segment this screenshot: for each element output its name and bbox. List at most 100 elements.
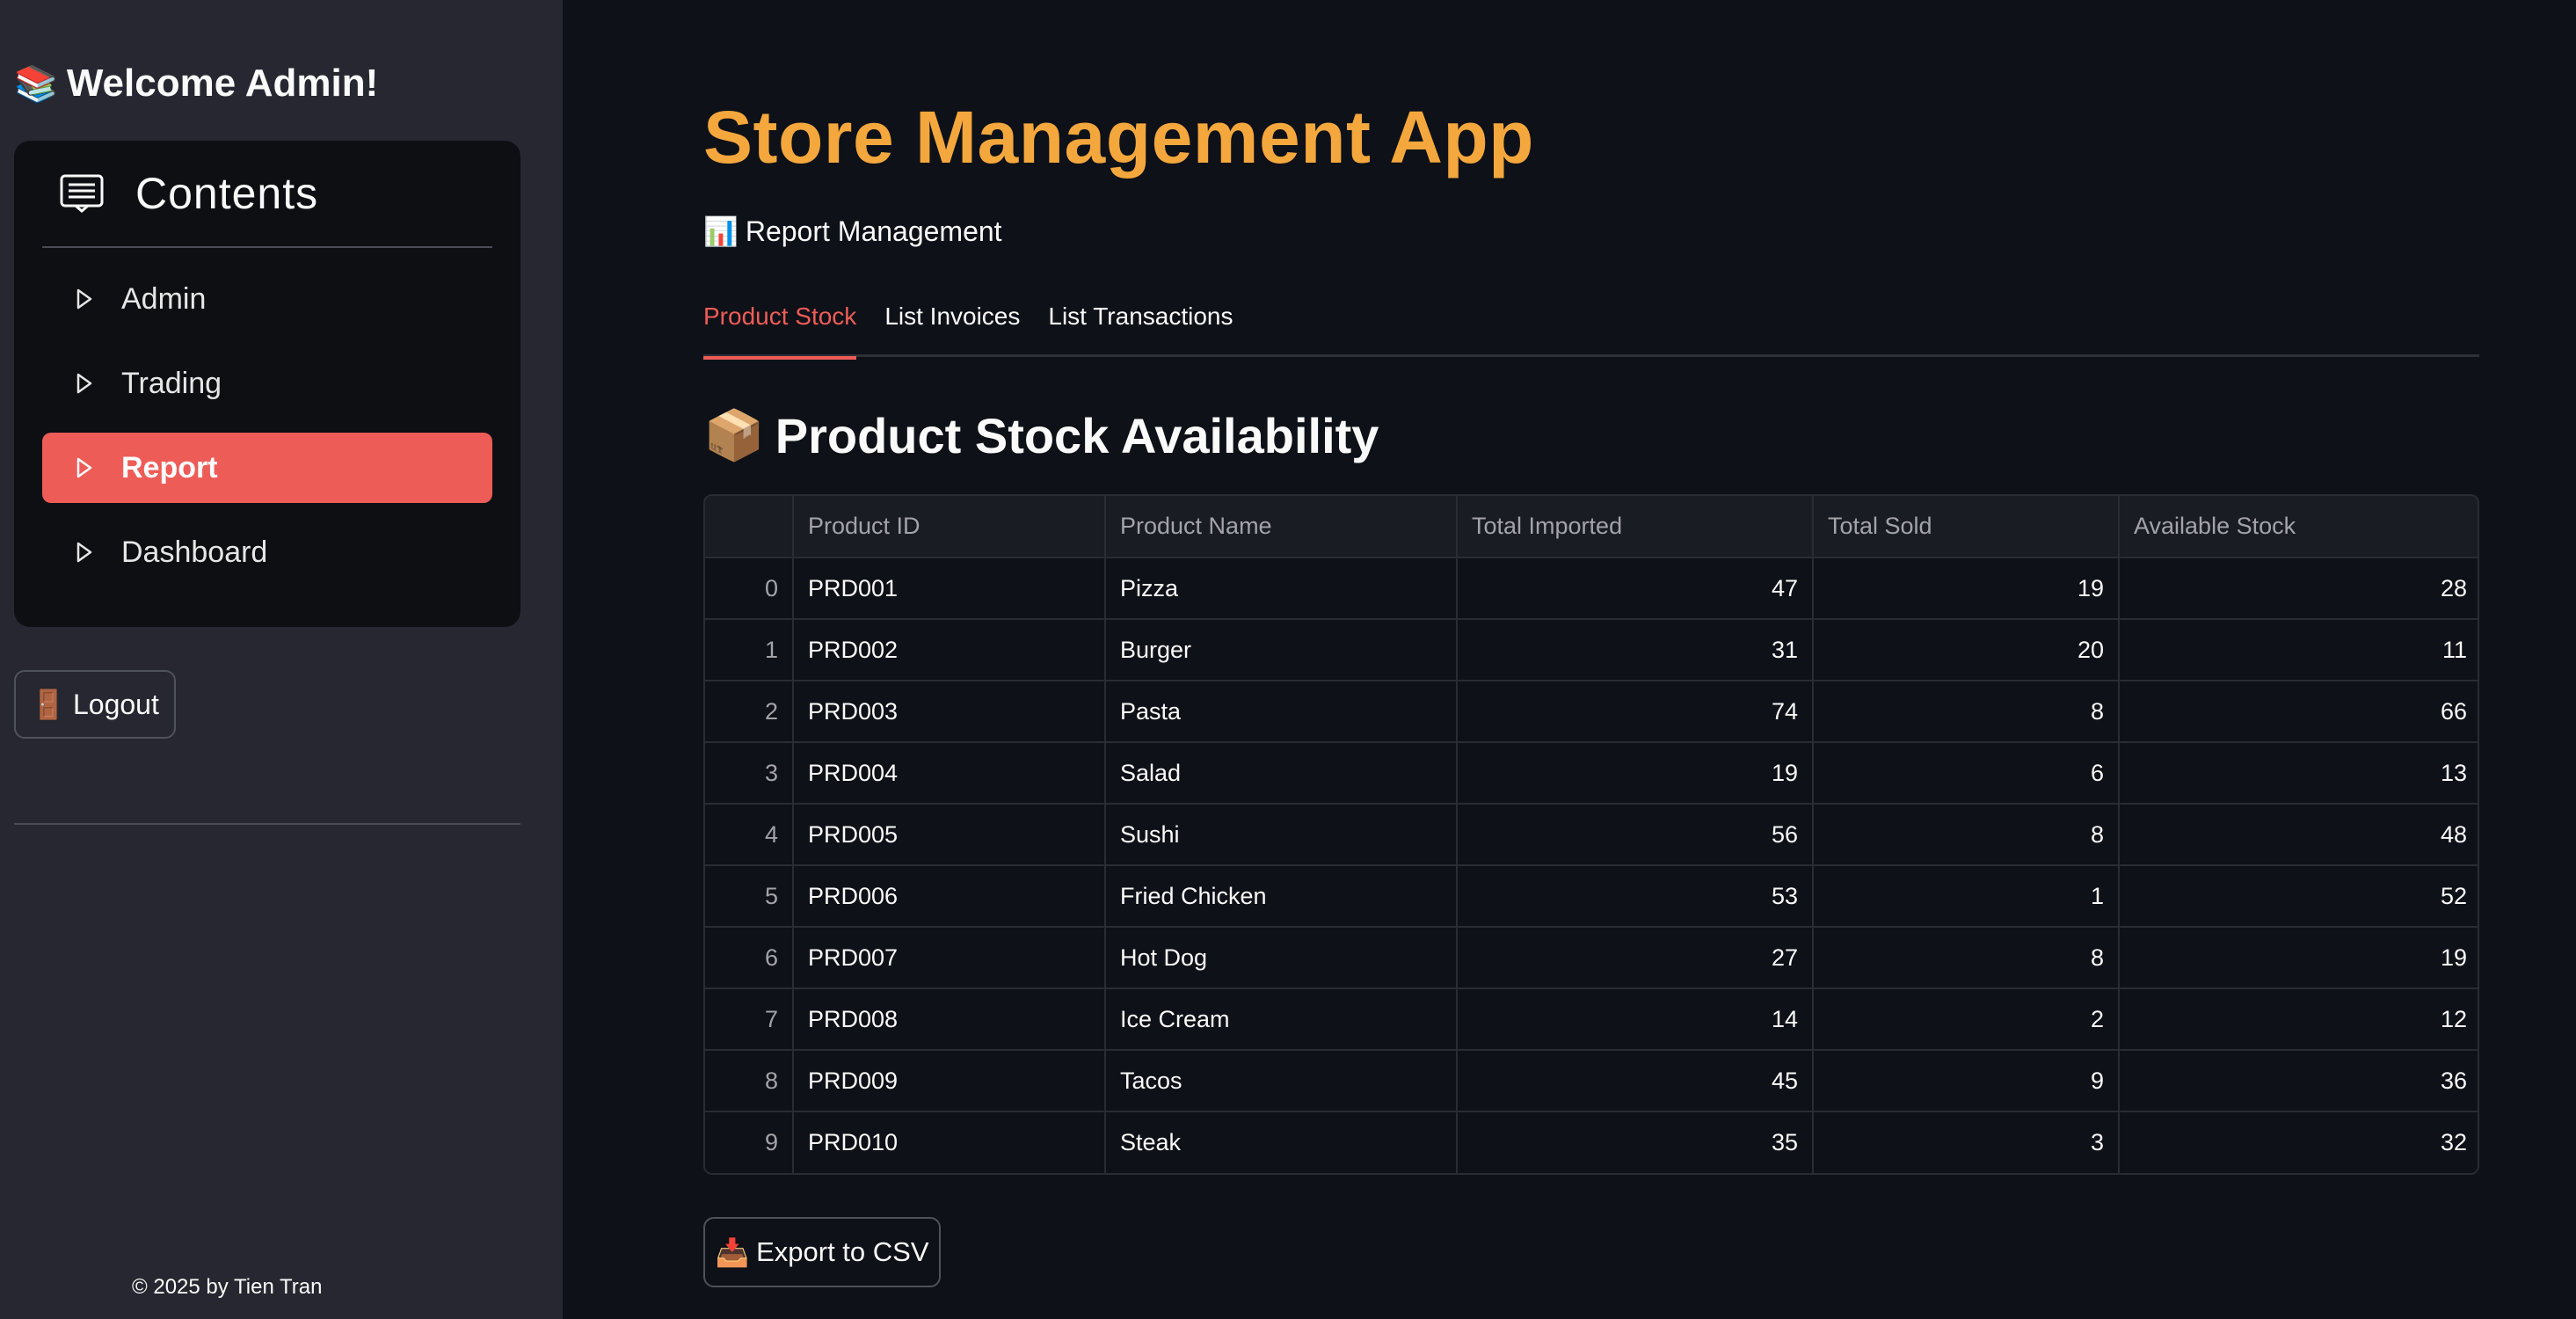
available-stock-cell[interactable]: 11: [2119, 619, 2478, 681]
play-triangle-icon: [76, 542, 92, 563]
play-triangle-icon: [76, 457, 92, 478]
row-index[interactable]: 3: [705, 742, 794, 805]
available-stock-cell[interactable]: 36: [2119, 1050, 2478, 1112]
product-name-cell[interactable]: Ice Cream: [1105, 988, 1458, 1051]
report-subheading: 📊 Report Management: [703, 215, 1002, 248]
option-menu: Contents Admin Trading Report Dashboard: [14, 141, 520, 627]
product-name-cell[interactable]: Pasta: [1105, 681, 1458, 743]
available-stock-cell[interactable]: 19: [2119, 927, 2478, 989]
product-id-cell[interactable]: PRD005: [793, 804, 1106, 866]
row-index[interactable]: 9: [705, 1111, 794, 1173]
available-stock-cell[interactable]: 52: [2119, 865, 2478, 928]
tab-list-invoices[interactable]: List Invoices: [884, 299, 1020, 357]
column-header-product-name[interactable]: Product Name: [1105, 496, 1458, 558]
column-header-index[interactable]: [705, 496, 794, 558]
total-imported-cell[interactable]: 14: [1457, 988, 1814, 1051]
sidebar-item-label: Trading: [121, 366, 222, 400]
total-sold-cell[interactable]: 20: [1813, 619, 2120, 681]
menu-items: Admin Trading Report Dashboard: [42, 248, 492, 587]
total-imported-cell[interactable]: 74: [1457, 681, 1814, 743]
total-imported-cell[interactable]: 45: [1457, 1050, 1814, 1112]
product-id-cell[interactable]: PRD004: [793, 742, 1106, 805]
sidebar-item-dashboard[interactable]: Dashboard: [42, 517, 492, 587]
total-imported-cell[interactable]: 27: [1457, 927, 1814, 989]
app-root: 📚 Welcome Admin! Contents Admin Trading …: [0, 0, 2576, 1319]
page-title: Store Management App: [703, 96, 1534, 179]
available-stock-cell[interactable]: 32: [2119, 1111, 2478, 1173]
row-index[interactable]: 8: [705, 1050, 794, 1112]
available-stock-cell[interactable]: 13: [2119, 742, 2478, 805]
sidebar-item-report[interactable]: Report: [42, 433, 492, 503]
product-name-cell[interactable]: Sushi: [1105, 804, 1458, 866]
product-name-cell[interactable]: Salad: [1105, 742, 1458, 805]
play-triangle-icon: [76, 288, 92, 310]
package-icon: 📦: [703, 407, 765, 463]
column-header-total-sold[interactable]: Total Sold: [1813, 496, 2120, 558]
total-imported-cell[interactable]: 47: [1457, 557, 1814, 620]
available-stock-cell[interactable]: 28: [2119, 557, 2478, 620]
product-name-cell[interactable]: Steak: [1105, 1111, 1458, 1173]
total-sold-cell[interactable]: 9: [1813, 1050, 2120, 1112]
total-imported-cell[interactable]: 31: [1457, 619, 1814, 681]
sidebar-item-label: Admin: [121, 281, 207, 316]
footer-credit: © 2025 by Tien Tran: [132, 1275, 323, 1299]
section-title: 📦 Product Stock Availability: [703, 406, 1379, 464]
product-name-cell[interactable]: Burger: [1105, 619, 1458, 681]
product-name-cell[interactable]: Fried Chicken: [1105, 865, 1458, 928]
total-sold-cell[interactable]: 3: [1813, 1111, 2120, 1173]
tab-product-stock[interactable]: Product Stock: [703, 299, 857, 360]
total-sold-cell[interactable]: 1: [1813, 865, 2120, 928]
row-index[interactable]: 5: [705, 865, 794, 928]
product-id-cell[interactable]: PRD008: [793, 988, 1106, 1051]
total-sold-cell[interactable]: 6: [1813, 742, 2120, 805]
menu-title: Contents: [135, 169, 319, 218]
total-imported-cell[interactable]: 35: [1457, 1111, 1814, 1173]
stock-table[interactable]: Product ID Product Name Total Imported T…: [703, 494, 2479, 1175]
total-imported-cell[interactable]: 19: [1457, 742, 1814, 805]
row-index[interactable]: 1: [705, 619, 794, 681]
product-id-cell[interactable]: PRD001: [793, 557, 1106, 620]
section-title-text: Product Stock Availability: [775, 407, 1379, 463]
product-id-cell[interactable]: PRD003: [793, 681, 1106, 743]
total-sold-cell[interactable]: 8: [1813, 927, 2120, 989]
product-name-cell[interactable]: Tacos: [1105, 1050, 1458, 1112]
product-id-cell[interactable]: PRD009: [793, 1050, 1106, 1112]
product-id-cell[interactable]: PRD010: [793, 1111, 1106, 1173]
column-header-available-stock[interactable]: Available Stock: [2119, 496, 2478, 558]
available-stock-cell[interactable]: 66: [2119, 681, 2478, 743]
table-row: 2 PRD003 Pasta 74 8 66: [705, 681, 2478, 743]
row-index[interactable]: 4: [705, 804, 794, 866]
total-imported-cell[interactable]: 53: [1457, 865, 1814, 928]
total-sold-cell[interactable]: 8: [1813, 804, 2120, 866]
product-name-cell[interactable]: Hot Dog: [1105, 927, 1458, 989]
sidebar-item-label: Dashboard: [121, 535, 268, 569]
product-id-cell[interactable]: PRD007: [793, 927, 1106, 989]
sidebar-item-admin[interactable]: Admin: [42, 264, 492, 334]
table-row: 4 PRD005 Sushi 56 8 48: [705, 804, 2478, 866]
sidebar-item-trading[interactable]: Trading: [42, 348, 492, 419]
column-header-product-id[interactable]: Product ID: [793, 496, 1106, 558]
row-index[interactable]: 2: [705, 681, 794, 743]
total-imported-cell[interactable]: 56: [1457, 804, 1814, 866]
table-header-row: Product ID Product Name Total Imported T…: [705, 496, 2478, 558]
column-header-total-imported[interactable]: Total Imported: [1457, 496, 1814, 558]
logout-button[interactable]: 🚪 Logout: [14, 670, 176, 739]
total-sold-cell[interactable]: 19: [1813, 557, 2120, 620]
tab-bar: Product Stock List Invoices List Transac…: [703, 299, 2479, 360]
row-index[interactable]: 6: [705, 927, 794, 989]
table-row: 3 PRD004 Salad 19 6 13: [705, 742, 2478, 805]
row-index[interactable]: 0: [705, 557, 794, 620]
total-sold-cell[interactable]: 2: [1813, 988, 2120, 1051]
door-icon: 🚪: [31, 689, 66, 720]
export-csv-button[interactable]: 📥 Export to CSV: [703, 1217, 941, 1287]
tab-list-transactions[interactable]: List Transactions: [1048, 299, 1233, 357]
product-id-cell[interactable]: PRD002: [793, 619, 1106, 681]
available-stock-cell[interactable]: 48: [2119, 804, 2478, 866]
total-sold-cell[interactable]: 8: [1813, 681, 2120, 743]
row-index[interactable]: 7: [705, 988, 794, 1051]
product-id-cell[interactable]: PRD006: [793, 865, 1106, 928]
logout-label: Logout: [72, 688, 159, 720]
available-stock-cell[interactable]: 12: [2119, 988, 2478, 1051]
sidebar: 📚 Welcome Admin! Contents Admin Trading …: [0, 0, 563, 1319]
product-name-cell[interactable]: Pizza: [1105, 557, 1458, 620]
